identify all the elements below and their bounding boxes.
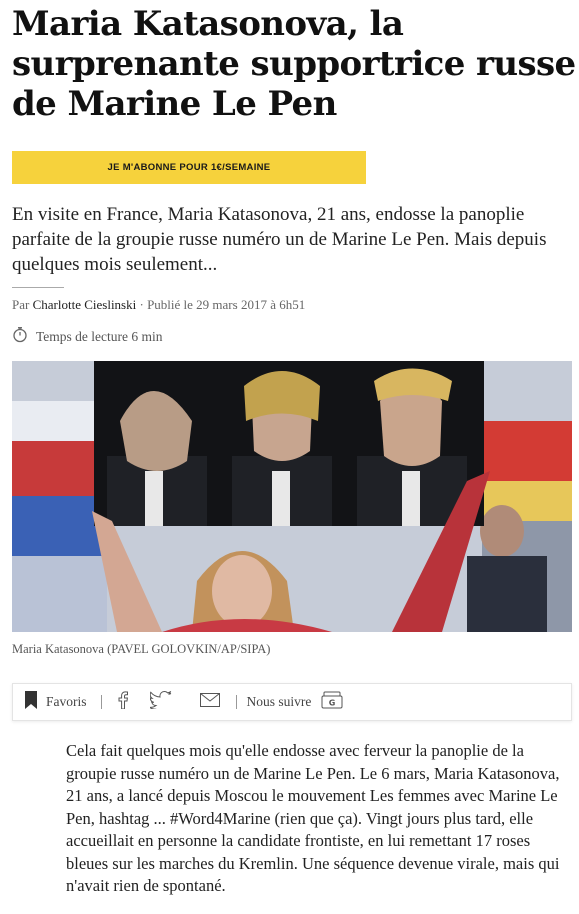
byline-prefix: Par (12, 297, 30, 312)
facebook-icon[interactable] (118, 691, 128, 713)
twitter-icon[interactable] (148, 690, 172, 713)
google-news-icon[interactable]: G (321, 691, 343, 713)
publish-date: · Publié le 29 mars 2017 à 6h51 (139, 297, 306, 312)
author-link[interactable]: Charlotte Cieslinski (33, 297, 137, 312)
separator (235, 695, 237, 709)
reading-time: Temps de lecture 6 min (12, 326, 163, 347)
follow-label[interactable]: Nous suivre (247, 694, 312, 710)
bookmark-icon (25, 691, 37, 713)
favorites-label: Favoris (46, 694, 87, 709)
reading-time-label: Temps de lecture 6 min (36, 328, 163, 344)
separator (100, 695, 102, 709)
svg-text:G: G (329, 699, 336, 708)
article-body: Cela fait quelques mois qu'elle endosse … (66, 741, 560, 895)
mail-icon[interactable] (199, 693, 220, 711)
article-photo (12, 361, 572, 632)
article-title: Maria Katasonova, la surprenante support… (12, 4, 576, 124)
article-lead: En visite en France, Maria Katasonova, 2… (12, 204, 547, 275)
share-bar: Favoris Nous suivre G (12, 683, 572, 721)
stopwatch-icon (12, 326, 28, 347)
byline: Par Charlotte Cieslinski · Publié le 29 … (12, 297, 305, 313)
subscribe-button[interactable]: JE M'ABONNE POUR 1€/SEMAINE (12, 151, 366, 184)
divider (12, 287, 64, 288)
photo-caption: Maria Katasonova (PAVEL GOLOVKIN/AP/SIPA… (12, 642, 271, 656)
favorites-button[interactable]: Favoris (25, 691, 87, 713)
